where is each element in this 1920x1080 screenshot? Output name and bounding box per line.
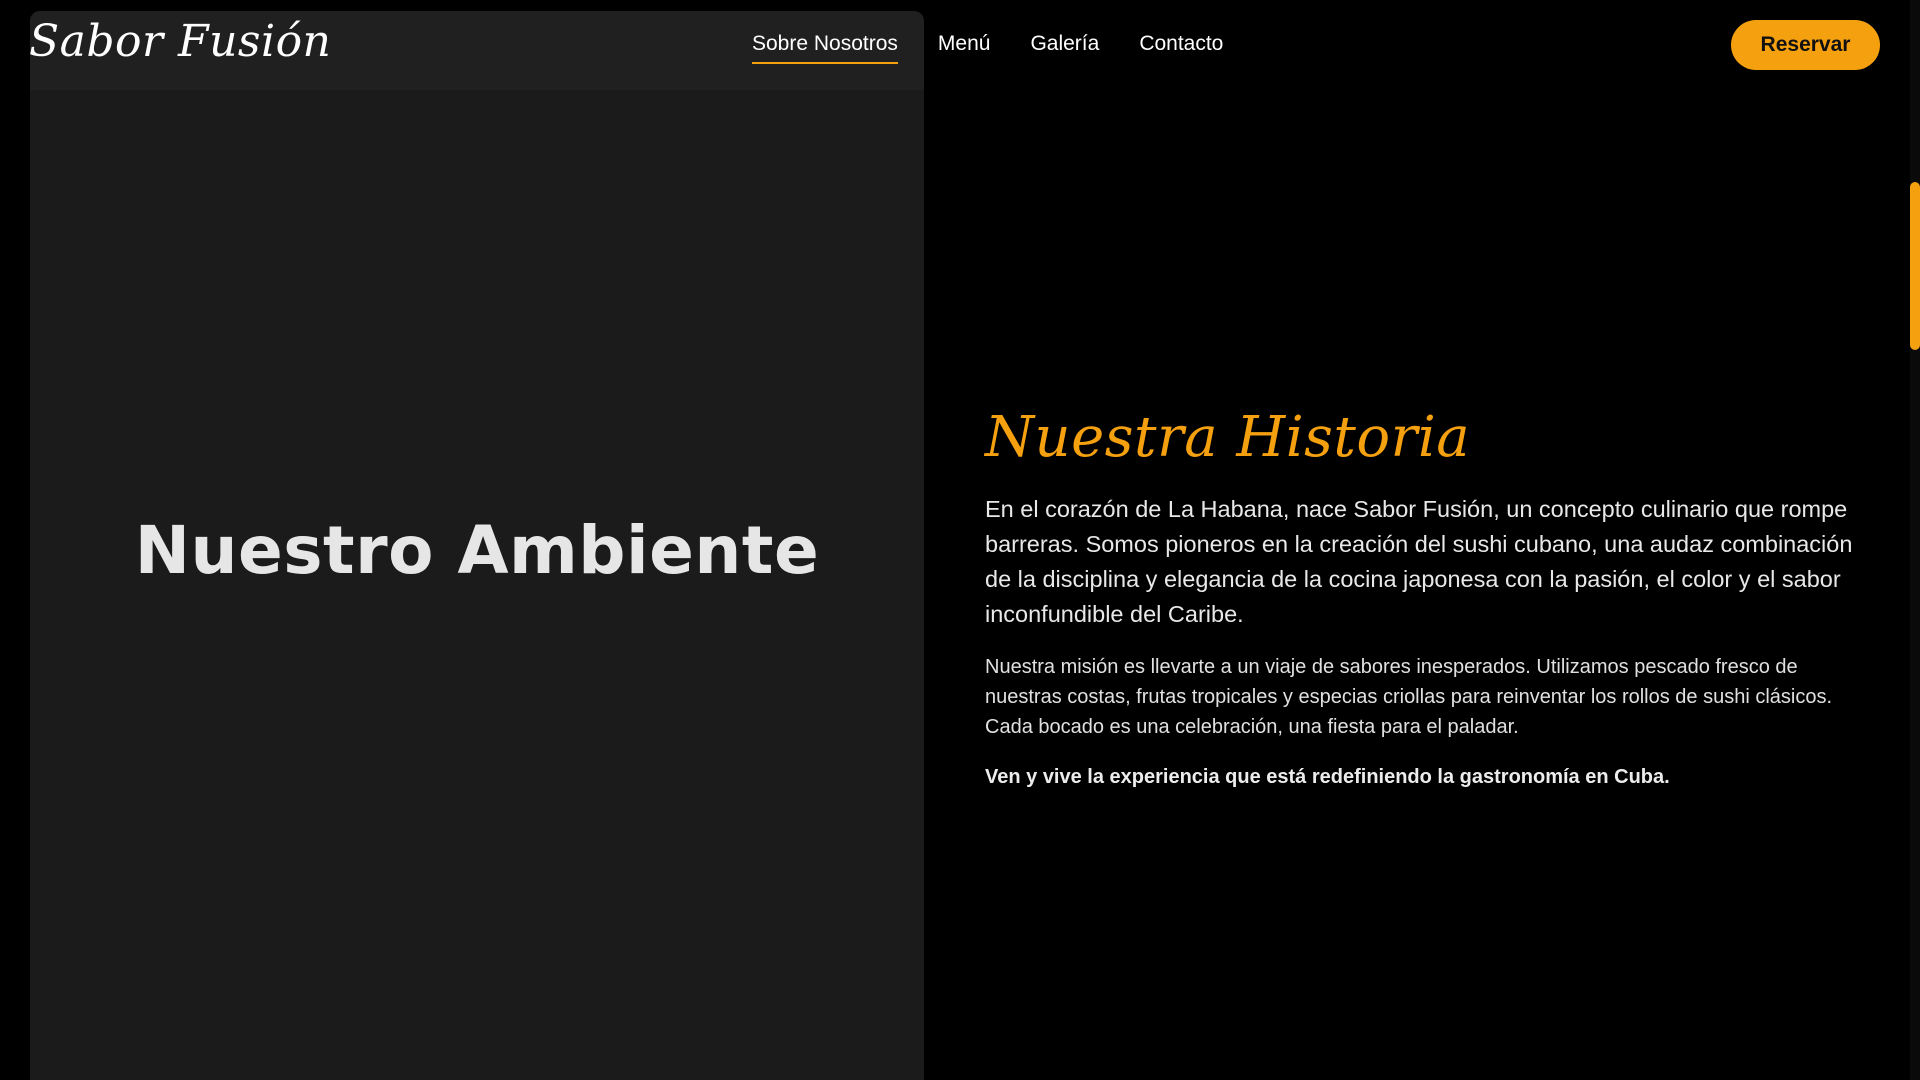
nav-item-galeria[interactable]: Galería	[1030, 32, 1099, 64]
page: Nuestro Ambiente Sabor Fusión Sobre Noso…	[0, 0, 1920, 1080]
scrollbar-thumb[interactable]	[1910, 182, 1920, 350]
story-body-paragraph: Nuestra misión es llevarte a un viaje de…	[985, 656, 1833, 738]
main-nav: Sobre Nosotros Menú Galería Contacto	[752, 32, 1223, 64]
story-section: Nuestra Historia En el corazón de La Hab…	[985, 405, 1875, 792]
ambient-image-panel: Nuestro Ambiente	[30, 11, 924, 1080]
nav-item-contacto[interactable]: Contacto	[1139, 32, 1223, 64]
ambient-title: Nuestro Ambiente	[134, 512, 820, 589]
nav-item-menu[interactable]: Menú	[938, 32, 991, 64]
story-closing-statement: Ven y vive la experiencia que está redef…	[985, 766, 1670, 788]
reserve-button[interactable]: Reservar	[1731, 20, 1880, 70]
logo[interactable]: Sabor Fusión	[29, 16, 331, 67]
site-header: Sabor Fusión Sobre Nosotros Menú Galería…	[0, 0, 1920, 90]
nav-item-sobre-nosotros[interactable]: Sobre Nosotros	[752, 32, 898, 64]
story-lead-paragraph: En el corazón de La Habana, nace Sabor F…	[985, 496, 1853, 627]
scrollbar-track[interactable]	[1910, 0, 1920, 1080]
story-title: Nuestra Historia	[985, 405, 1471, 470]
